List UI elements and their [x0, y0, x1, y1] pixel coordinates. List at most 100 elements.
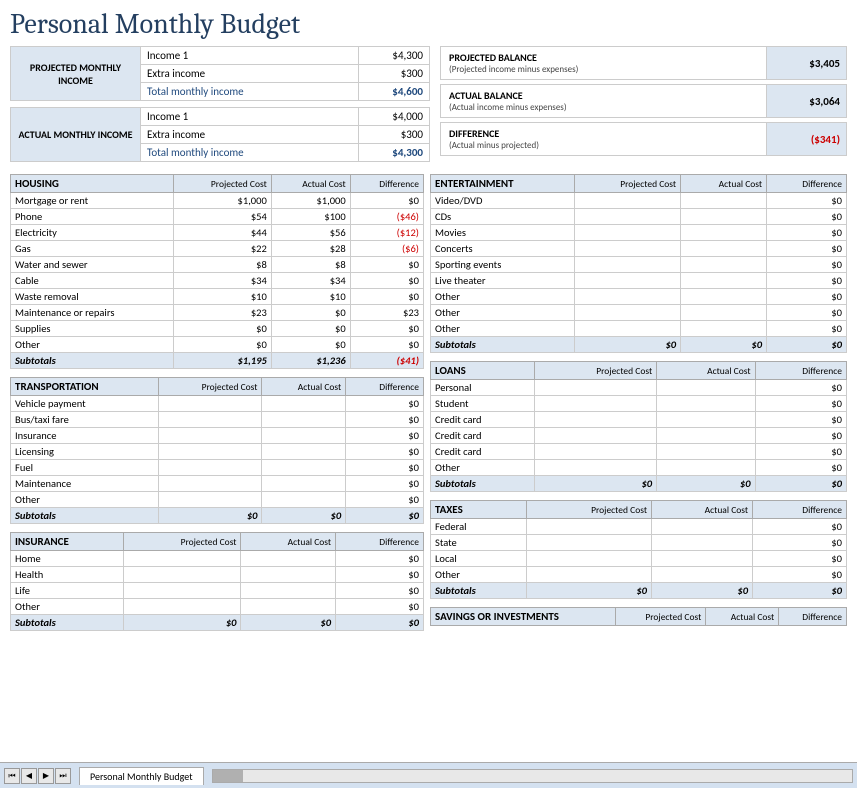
table-row: Other$0	[431, 567, 847, 583]
entertainment-table: ENTERTAINMENT Projected Cost Actual Cost…	[430, 174, 847, 353]
nav-last-button[interactable]: ⏭	[55, 768, 71, 784]
table-row: Student$0	[431, 396, 847, 412]
actual-income-block: ACTUAL MONTHLY INCOME Income 1 $4,000 Ex…	[10, 107, 430, 162]
sheet-nav: ⏮ ◀ ▶ ⏭	[4, 768, 71, 784]
main-grid: HOUSING Projected Cost Actual Cost Diffe…	[0, 170, 857, 639]
projected-balance-block: PROJECTED BALANCE (Projected income minu…	[440, 46, 847, 80]
table-row: Other$0	[431, 460, 847, 476]
nav-next-button[interactable]: ▶	[38, 768, 54, 784]
savings-col-actual: Actual Cost	[706, 608, 779, 626]
table-row: Live theater$0	[431, 273, 847, 289]
table-row: CDs$0	[431, 209, 847, 225]
ent-col-diff: Difference	[767, 175, 847, 193]
table-row: Other$0	[431, 305, 847, 321]
actual-row-1-name: Income 1	[141, 108, 359, 125]
actual-row-total: Total monthly income $4,300	[141, 144, 429, 161]
table-row: Maintenance or repairs$23$0$23	[11, 305, 424, 321]
table-row: Vehicle payment$0	[11, 396, 424, 412]
table-row: Gas$22$28($6)	[11, 241, 424, 257]
trans-subtotal: Subtotals$0$0$0	[11, 508, 424, 524]
table-row: Credit card$0	[431, 444, 847, 460]
actual-row-1-value: $4,000	[359, 108, 429, 125]
taxes-subtotal: Subtotals$0$0$0	[431, 583, 847, 599]
ent-subtotal: Subtotals$0$0$0	[431, 337, 847, 353]
proj-row-1-value: $4,300	[359, 47, 429, 64]
actual-balance-value: $3,064	[766, 85, 846, 117]
difference-sub: (Actual minus projected)	[449, 140, 758, 151]
projected-balance-label: PROJECTED BALANCE (Projected income minu…	[441, 47, 766, 79]
proj-total-value: $4,600	[359, 83, 429, 100]
nav-prev-button[interactable]: ◀	[21, 768, 37, 784]
left-col: HOUSING Projected Cost Actual Cost Diffe…	[10, 174, 430, 639]
housing-subtotal: Subtotals$1,195$1,236($41)	[11, 353, 424, 369]
table-row: Health$0	[11, 567, 424, 583]
table-row: State$0	[431, 535, 847, 551]
sheet-tab[interactable]: Personal Monthly Budget	[79, 767, 204, 785]
table-row: Other$0	[11, 492, 424, 508]
difference-label: DIFFERENCE (Actual minus projected)	[441, 123, 766, 155]
housing-col-actual: Actual Cost	[271, 175, 350, 193]
actual-income-rows: Income 1 $4,000 Extra income $300 Total …	[141, 108, 429, 161]
table-row: Credit card$0	[431, 428, 847, 444]
ent-col-proj: Projected Cost	[574, 175, 680, 193]
ent-col-actual: Actual Cost	[681, 175, 767, 193]
table-row: Other$0	[431, 289, 847, 305]
table-row: Movies$0	[431, 225, 847, 241]
transportation-table: TRANSPORTATION Projected Cost Actual Cos…	[10, 377, 424, 524]
actual-balance-main: ACTUAL BALANCE	[449, 89, 758, 102]
balance-tables: PROJECTED BALANCE (Projected income minu…	[440, 46, 847, 168]
horizontal-scrollbar[interactable]	[212, 769, 853, 783]
trans-col-actual: Actual Cost	[262, 378, 346, 396]
proj-row-1-name: Income 1	[141, 47, 359, 64]
trans-col-proj: Projected Cost	[158, 378, 262, 396]
housing-header: HOUSING	[11, 175, 174, 193]
savings-col-proj: Projected Cost	[615, 608, 705, 626]
loans-header: LOANS	[431, 362, 535, 380]
ins-col-actual: Actual Cost	[241, 533, 336, 551]
projected-income-block: PROJECTED MONTHLY INCOME Income 1 $4,300…	[10, 46, 430, 101]
trans-col-diff: Difference	[346, 378, 424, 396]
proj-row-2-name: Extra income	[141, 65, 359, 82]
table-row: Other$0$0$0	[11, 337, 424, 353]
table-row: Mortgage or rent$1,000$1,000$0	[11, 193, 424, 209]
housing-table: HOUSING Projected Cost Actual Cost Diffe…	[10, 174, 424, 369]
taxes-header: TAXES	[431, 501, 527, 519]
table-row: Other$0	[431, 321, 847, 337]
table-row: Concerts$0	[431, 241, 847, 257]
taskbar: ⏮ ◀ ▶ ⏭ Personal Monthly Budget	[0, 762, 857, 788]
table-row: Local$0	[431, 551, 847, 567]
housing-col-proj: Projected Cost	[174, 175, 272, 193]
projected-income-rows: Income 1 $4,300 Extra income $300 Total …	[141, 47, 429, 100]
table-row: Other$0	[11, 599, 424, 615]
loans-col-diff: Difference	[755, 362, 846, 380]
nav-first-button[interactable]: ⏮	[4, 768, 20, 784]
actual-balance-block: ACTUAL BALANCE (Actual income minus expe…	[440, 84, 847, 118]
actual-row-1: Income 1 $4,000	[141, 108, 429, 126]
actual-balance-label: ACTUAL BALANCE (Actual income minus expe…	[441, 85, 766, 117]
table-row: Life$0	[11, 583, 424, 599]
page-title: Personal Monthly Budget	[0, 0, 857, 44]
taxes-table: TAXES Projected Cost Actual Cost Differe…	[430, 500, 847, 599]
table-row: Water and sewer$8$8$0	[11, 257, 424, 273]
table-row: Insurance$0	[11, 428, 424, 444]
income-tables: PROJECTED MONTHLY INCOME Income 1 $4,300…	[10, 46, 430, 168]
taxes-col-actual: Actual Cost	[652, 501, 753, 519]
proj-row-1: Income 1 $4,300	[141, 47, 429, 65]
table-row: Licensing$0	[11, 444, 424, 460]
table-row: Federal$0	[431, 519, 847, 535]
actual-total-name: Total monthly income	[141, 144, 359, 161]
ins-subtotal: Subtotals$0$0$0	[11, 615, 424, 631]
projected-balance-sub: (Projected income minus expenses)	[449, 64, 758, 75]
actual-row-2: Extra income $300	[141, 126, 429, 144]
projected-income-label: PROJECTED MONTHLY INCOME	[11, 47, 141, 100]
table-row: Maintenance$0	[11, 476, 424, 492]
entertainment-header: ENTERTAINMENT	[431, 175, 575, 193]
housing-col-diff: Difference	[350, 175, 423, 193]
insurance-header: INSURANCE	[11, 533, 124, 551]
projected-balance-main: PROJECTED BALANCE	[449, 51, 758, 64]
proj-row-total: Total monthly income $4,600	[141, 83, 429, 100]
projected-balance-value: $3,405	[766, 47, 846, 79]
table-row: Personal$0	[431, 380, 847, 396]
taxes-col-proj: Projected Cost	[526, 501, 651, 519]
actual-row-2-name: Extra income	[141, 126, 359, 143]
